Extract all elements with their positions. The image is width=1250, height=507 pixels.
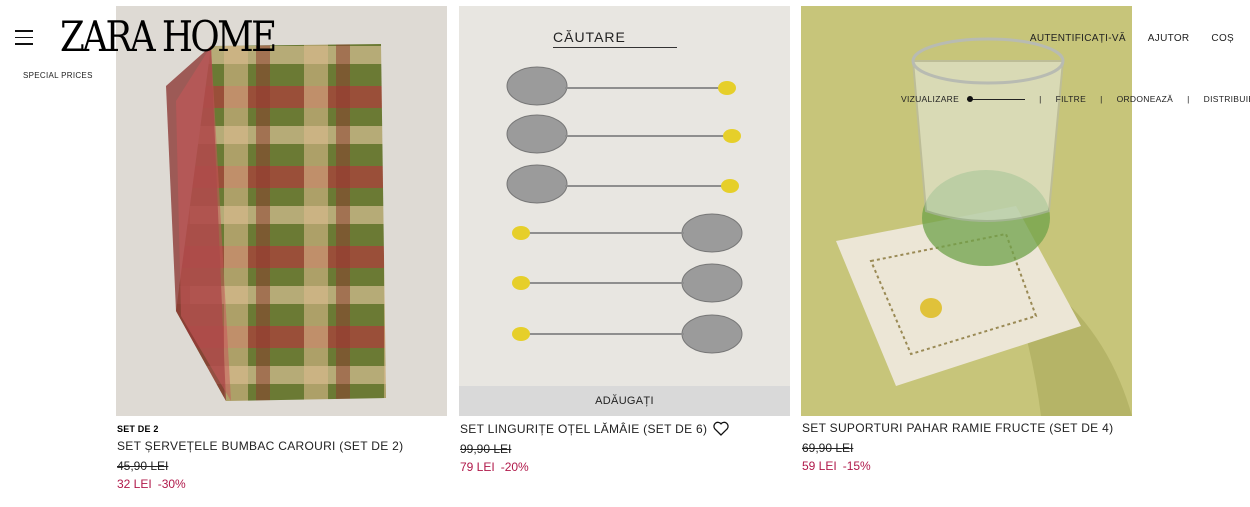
- view-label: VIZUALIZARE: [901, 94, 960, 104]
- product-tag: SET DE 2: [117, 424, 159, 434]
- divider: |: [1187, 94, 1190, 104]
- product-image-coasters[interactable]: [801, 6, 1132, 416]
- add-to-cart-button[interactable]: ADĂUGAȚI: [459, 386, 790, 416]
- view-slider[interactable]: [967, 94, 1026, 104]
- product-name[interactable]: SET ȘERVEȚELE BUMBAC CAROURI (SET DE 2): [117, 439, 447, 453]
- help-link[interactable]: AJUTOR: [1148, 33, 1190, 44]
- discount-badge: -15%: [842, 459, 871, 473]
- price-value: 59 LEI: [802, 459, 837, 473]
- sort-button[interactable]: ORDONEAZĂ: [1117, 94, 1174, 104]
- price-value: 32 LEI: [117, 477, 152, 491]
- top-nav: AUTENTIFICAȚI-VĂ AJUTOR COȘ: [1030, 33, 1234, 44]
- divider: |: [1100, 94, 1103, 104]
- share-button[interactable]: DISTRIBUIE: [1204, 94, 1250, 104]
- old-price: 69,90 LEI: [802, 441, 854, 455]
- heart-icon[interactable]: [713, 421, 730, 436]
- product-image-napkins[interactable]: [116, 6, 447, 416]
- product-card[interactable]: SET DE 2 SET ȘERVEȚELE BUMBAC CAROURI (S…: [116, 6, 447, 491]
- filters-button[interactable]: FILTRE: [1056, 94, 1086, 104]
- search-input[interactable]: CĂUTARE: [553, 29, 677, 48]
- discount-badge: -30%: [157, 477, 186, 491]
- special-prices-link[interactable]: SPECIAL PRICES: [23, 71, 93, 80]
- sale-price: 79 LEI -20%: [460, 460, 790, 474]
- sale-price: 59 LEI -15%: [802, 459, 1132, 473]
- cart-link[interactable]: COȘ: [1211, 33, 1234, 44]
- product-card[interactable]: SET SUPORTURI PAHAR RAMIE FRUCTE (SET DE…: [801, 6, 1132, 473]
- product-image-spoons[interactable]: ADĂUGAȚI: [459, 6, 790, 416]
- old-price: 45,90 LEI: [117, 459, 169, 473]
- divider: |: [1039, 94, 1042, 104]
- brand-logo[interactable]: ZARA HOME: [60, 15, 277, 59]
- old-price: 99,90 LEI: [460, 442, 512, 456]
- product-card[interactable]: ADĂUGAȚI SET LINGURIȚE OȚEL LĂMÂIE (SET …: [459, 6, 790, 474]
- product-name[interactable]: SET LINGURIȚE OȚEL LĂMÂIE (SET DE 6): [460, 421, 790, 436]
- sale-price: 32 LEI -30%: [117, 477, 447, 491]
- login-link[interactable]: AUTENTIFICAȚI-VĂ: [1030, 33, 1126, 44]
- listing-toolbar: VIZUALIZARE | FILTRE | ORDONEAZĂ | DISTR…: [901, 94, 1250, 104]
- price-value: 79 LEI: [460, 460, 495, 474]
- hamburger-menu-icon[interactable]: [15, 30, 33, 50]
- product-name-text: SET LINGURIȚE OȚEL LĂMÂIE (SET DE 6): [460, 421, 708, 436]
- product-name[interactable]: SET SUPORTURI PAHAR RAMIE FRUCTE (SET DE…: [802, 421, 1132, 435]
- discount-badge: -20%: [500, 460, 529, 474]
